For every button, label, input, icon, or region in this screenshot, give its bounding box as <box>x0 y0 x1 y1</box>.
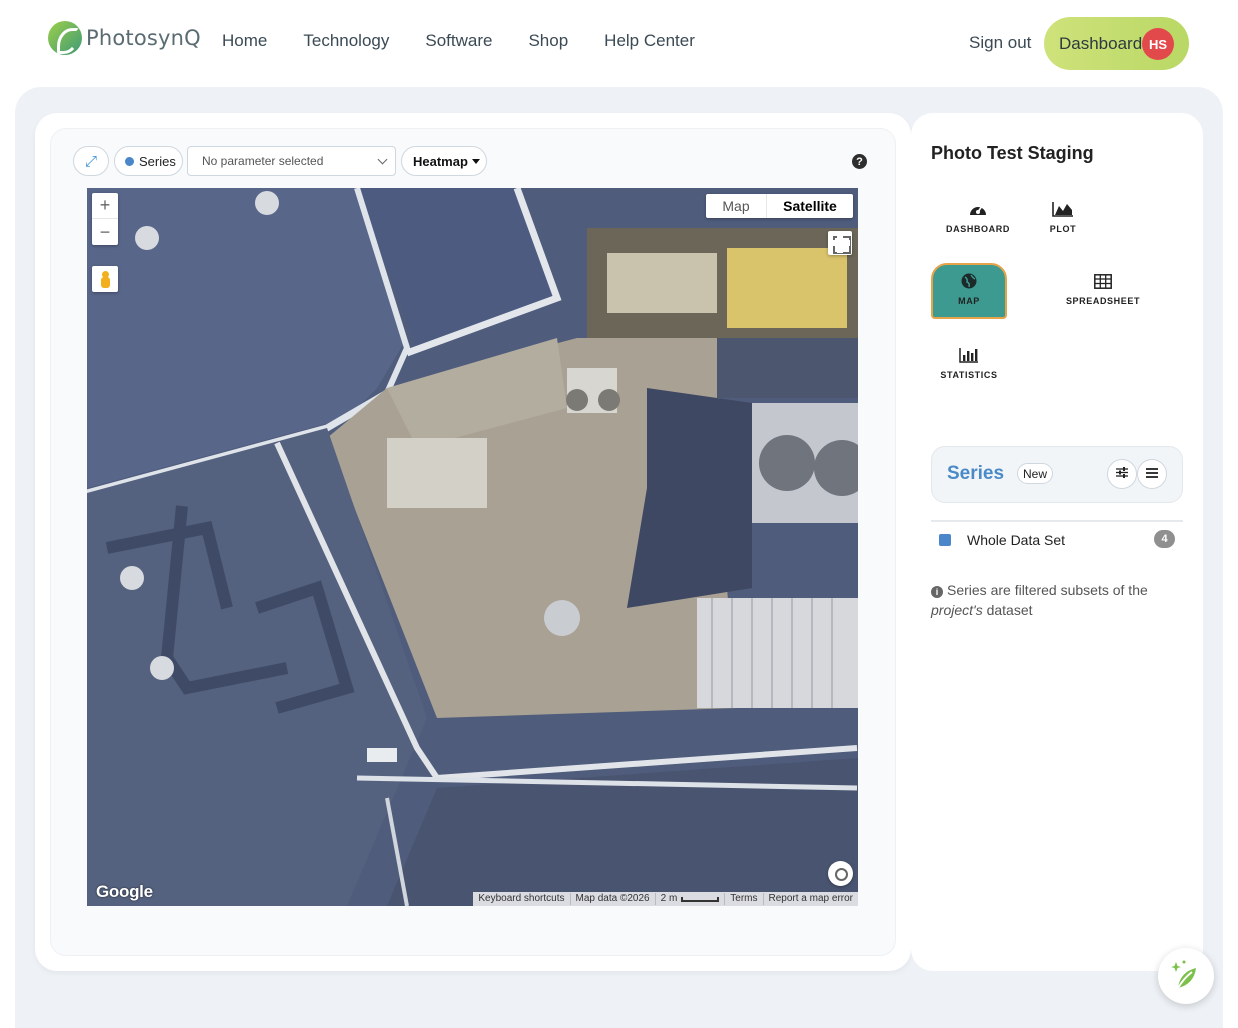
note-prefix: Series are filtered subsets of the <box>947 582 1148 598</box>
question-circle-icon[interactable]: ? <box>852 154 867 169</box>
satellite-map[interactable]: + − Map Satellite Google Keyboard shortc… <box>87 188 858 906</box>
series-count-badge: 4 <box>1154 530 1175 548</box>
zoom-controls: + − <box>92 193 118 245</box>
series-title: Series <box>947 463 1005 484</box>
view-spreadsheet-label: SPREADSHEET <box>1065 296 1141 306</box>
note-suffix: dataset <box>986 602 1033 618</box>
google-logo: Google <box>96 882 153 901</box>
main-nav: Home Technology Software Shop Help Cente… <box>222 31 695 51</box>
view-map[interactable]: MAP <box>933 270 1005 306</box>
view-statistics-label: STATISTICS <box>940 370 998 380</box>
series-filter-button[interactable] <box>1107 459 1137 489</box>
zoom-in-button[interactable]: + <box>92 193 118 219</box>
map-scale[interactable]: 2 m <box>654 893 725 905</box>
fullscreen-icon-mask <box>830 240 850 246</box>
globe-icon <box>961 270 977 292</box>
nav-home[interactable]: Home <box>222 31 267 51</box>
view-dashboard-label: DASHBOARD <box>946 224 1010 234</box>
view-plot-label: PLOT <box>1049 224 1077 234</box>
area-chart-icon <box>1052 198 1074 220</box>
brand-name: PhotosynQ <box>86 26 201 50</box>
scale-bar-icon <box>681 896 720 902</box>
chevron-down-icon <box>377 154 388 165</box>
series-color-dot <box>125 156 134 166</box>
keyboard-shortcuts-link[interactable]: Keyboard shortcuts <box>473 893 569 905</box>
series-item-whole-data-set[interactable]: Whole Data Set <box>967 532 1065 548</box>
nav-technology[interactable]: Technology <box>303 31 389 51</box>
camera-control-icon[interactable] <box>828 861 853 886</box>
sparkle-leaf-icon <box>1171 960 1196 989</box>
nav-help-center[interactable]: Help Center <box>604 31 695 51</box>
assistant-button[interactable] <box>1158 948 1214 1004</box>
series-menu-button[interactable] <box>1137 459 1167 489</box>
map-scale-label: 2 m <box>660 893 678 904</box>
project-title: Photo Test Staging <box>931 143 1094 163</box>
map-type-map-button[interactable]: Map <box>706 194 767 218</box>
dashboard-button-label: Dashboard <box>1059 33 1143 53</box>
nav-software[interactable]: Software <box>425 31 492 51</box>
expand-arrows-icon: ⤢ <box>84 152 97 170</box>
nav-shop[interactable]: Shop <box>528 31 568 51</box>
zoom-out-button[interactable]: − <box>92 219 118 245</box>
photosynq-leaf-icon <box>48 21 82 55</box>
view-statistics[interactable]: STATISTICS <box>938 344 1000 380</box>
series-toggle-button[interactable]: Series <box>114 146 183 176</box>
series-toggle-label: Series <box>139 153 176 169</box>
parameter-select[interactable]: No parameter selected <box>187 146 396 176</box>
series-color-swatch <box>939 534 951 546</box>
brand-logo[interactable]: PhotosynQ <box>48 21 201 55</box>
pegman-body <box>101 277 110 288</box>
sliders-icon <box>1116 465 1128 483</box>
report-map-error-link[interactable]: Report a map error <box>762 893 858 905</box>
series-divider <box>931 520 1183 522</box>
street-view-pegman[interactable] <box>92 266 118 292</box>
series-info-note: i Series are filtered subsets of the proj… <box>931 580 1171 620</box>
view-spreadsheet[interactable]: SPREADSHEET <box>1063 270 1143 306</box>
hamburger-icon <box>1146 465 1158 483</box>
heatmap-dropdown-label: Heatmap <box>413 153 468 169</box>
bar-chart-icon <box>959 344 979 366</box>
dashboard-button[interactable]: Dashboard HS <box>1044 17 1189 70</box>
top-navbar: PhotosynQ Home Technology Software Shop … <box>0 0 1238 86</box>
view-dashboard[interactable]: DASHBOARD <box>946 198 1010 234</box>
view-map-label: MAP <box>958 296 980 306</box>
sign-out-link[interactable]: Sign out <box>969 33 1031 53</box>
fullscreen-icon[interactable] <box>828 231 852 255</box>
table-icon <box>1094 270 1112 292</box>
map-type-satellite-button[interactable]: Satellite <box>767 194 853 218</box>
satellite-imagery <box>87 188 858 906</box>
map-type-control: Map Satellite <box>706 194 853 218</box>
terms-link[interactable]: Terms <box>724 893 762 905</box>
new-series-button[interactable]: New <box>1017 463 1053 484</box>
heatmap-dropdown[interactable]: Heatmap <box>401 146 487 176</box>
avatar: HS <box>1142 28 1174 60</box>
info-circle-icon: i <box>931 586 943 598</box>
view-plot[interactable]: PLOT <box>1043 198 1083 234</box>
expand-button[interactable]: ⤢ <box>73 146 109 176</box>
caret-down-icon <box>471 158 480 164</box>
note-emphasis: project's <box>931 602 983 618</box>
gauge-icon <box>968 198 988 220</box>
map-attribution-bar: Keyboard shortcuts Map data ©2026 2 m Te… <box>473 892 858 906</box>
parameter-select-value: No parameter selected <box>202 154 324 168</box>
map-data-credit: Map data ©2026 <box>569 893 655 905</box>
